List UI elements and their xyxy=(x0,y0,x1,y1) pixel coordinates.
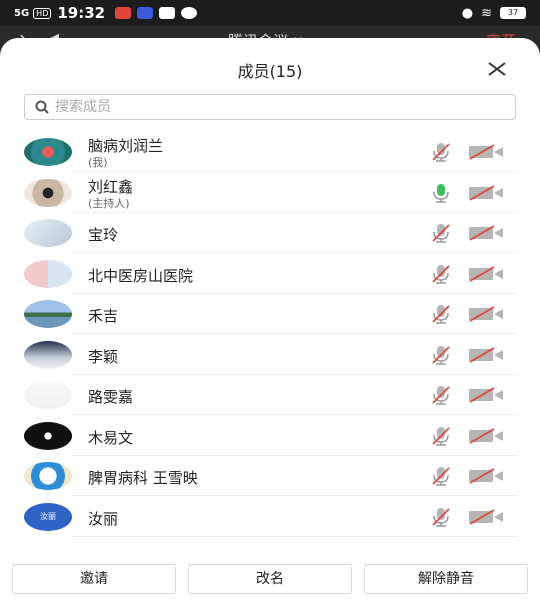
avatar-calligraphy xyxy=(24,381,72,409)
mic-muted-icon[interactable] xyxy=(430,465,452,487)
member-name: 北中医房山医院 xyxy=(88,266,194,285)
camera-off-icon[interactable] xyxy=(468,346,504,363)
member-row[interactable]: 李颖 xyxy=(0,335,540,375)
members-panel: 成员(15) 脑病刘润兰(我)刘红鑫(主持人)宝玲北中医房山医院禾吉李颖路雯嘉木… xyxy=(0,38,540,605)
status-time: 19:32 xyxy=(57,4,106,22)
camera-off-icon[interactable] xyxy=(468,387,504,403)
mic-muted-icon[interactable] xyxy=(430,425,452,447)
member-row[interactable]: 北中医房山医院 xyxy=(0,254,540,294)
member-row[interactable]: 禾吉 xyxy=(0,294,540,334)
action-bar: 邀请 改名 解除静音 xyxy=(0,558,540,605)
mic-muted-icon[interactable] xyxy=(430,222,452,244)
camera-off-icon[interactable] xyxy=(468,427,504,444)
hd-badge: HD xyxy=(33,7,52,19)
member-row[interactable]: 木易文 xyxy=(0,416,540,456)
member-name: 脑病刘润兰 xyxy=(88,137,164,155)
member-list: 脑病刘润兰 (我) 刘红鑫 (主持人) 宝玲 北中医房山医院 禾吉 李颖 路雯嘉 木易文 脾胃病科 … xyxy=(0,132,540,552)
app-notification-icon xyxy=(137,7,154,19)
search-icon xyxy=(35,100,49,114)
wifi-icon: ≋ xyxy=(481,5,492,21)
rename-button[interactable]: 改名 xyxy=(188,564,352,594)
search-input[interactable] xyxy=(55,99,475,115)
signal-indicator: 5G xyxy=(14,7,30,19)
mic-muted-icon[interactable] xyxy=(430,506,452,528)
mic-muted-icon[interactable] xyxy=(430,384,452,406)
camera-off-icon[interactable] xyxy=(468,184,504,201)
member-role: (主持人) xyxy=(88,196,130,210)
close-icon[interactable] xyxy=(486,58,508,80)
camera-off-icon[interactable] xyxy=(468,306,504,322)
battery-icon: 37 xyxy=(500,7,526,19)
member-name: 宝玲 xyxy=(88,226,119,244)
unmute-button[interactable]: 解除静音 xyxy=(364,564,528,594)
avatar-bride xyxy=(24,340,72,369)
member-name: 禾吉 xyxy=(88,307,119,325)
member-name: 脾胃病科 王雪映 xyxy=(88,469,198,487)
alarm-icon: ● xyxy=(461,5,474,21)
avatar-initials: 汝丽 xyxy=(40,511,56,521)
status-bar: 5G HD 19:32 ● ≋ 37 xyxy=(0,0,540,26)
camera-off-icon[interactable] xyxy=(468,508,504,525)
avatar-cartoon xyxy=(24,219,72,247)
panel-title: 成员(15) xyxy=(237,62,303,81)
mic-muted-icon[interactable] xyxy=(430,263,452,285)
avatar-lake xyxy=(24,300,72,328)
camera-off-icon[interactable] xyxy=(468,225,504,241)
mic-active-icon[interactable] xyxy=(430,182,452,204)
camera-off-icon[interactable] xyxy=(468,144,504,160)
row-divider xyxy=(72,535,518,537)
mail-notification-icon xyxy=(159,7,176,19)
camera-off-icon[interactable] xyxy=(468,468,504,484)
member-row[interactable]: 刘红鑫 (主持人) xyxy=(0,173,540,213)
member-row[interactable]: 汝丽 汝丽 xyxy=(0,497,540,537)
mic-muted-icon[interactable] xyxy=(430,344,452,366)
avatar-blue: 汝丽 xyxy=(24,502,72,531)
invite-button[interactable]: 邀请 xyxy=(12,564,176,594)
member-row[interactable]: 脾胃病科 王雪映 xyxy=(0,456,540,496)
avatar-dark xyxy=(24,421,72,450)
member-name: 木易文 xyxy=(88,428,134,447)
avatar-eye xyxy=(24,178,72,207)
mic-muted-icon[interactable] xyxy=(430,303,452,325)
member-name: 汝丽 xyxy=(88,509,119,528)
avatar-couple xyxy=(24,259,72,288)
member-row[interactable]: 路雯嘉 xyxy=(0,375,540,415)
search-box[interactable] xyxy=(24,94,516,120)
app-notification-icon xyxy=(115,7,132,19)
avatar-teal xyxy=(24,138,72,166)
camera-off-icon[interactable] xyxy=(468,265,504,282)
member-row[interactable]: 宝玲 xyxy=(0,213,540,253)
avatar-doraemon xyxy=(24,462,72,490)
member-name: 李颖 xyxy=(88,347,119,366)
mic-muted-icon[interactable] xyxy=(430,141,452,163)
wechat-notification-icon xyxy=(181,7,198,19)
member-row[interactable]: 脑病刘润兰 (我) xyxy=(0,132,540,172)
member-role: (我) xyxy=(88,156,108,169)
member-name: 刘红鑫 xyxy=(88,177,134,196)
member-name: 路雯嘉 xyxy=(88,388,134,406)
